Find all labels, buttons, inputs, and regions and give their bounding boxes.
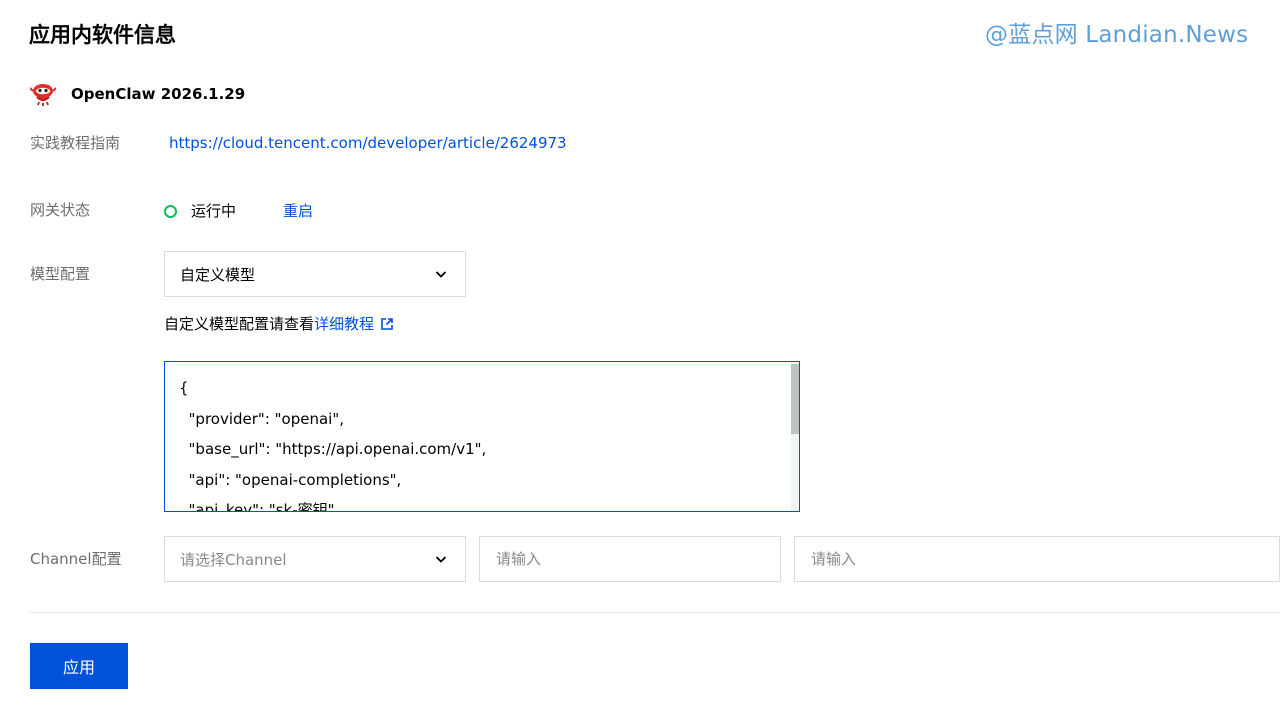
scrollbar-track[interactable]: [791, 362, 799, 511]
channel-select-placeholder: 请选择Channel: [180, 550, 287, 569]
model-config-code: { "provider": "openai", "base_url": "htt…: [179, 379, 487, 512]
model-select[interactable]: 自定义模型: [164, 251, 466, 297]
hint-text: 自定义模型配置请查看: [164, 315, 315, 333]
app-identity: OpenClaw 2026.1.29: [30, 82, 245, 106]
divider: [30, 612, 1280, 613]
scrollbar-thumb[interactable]: [791, 364, 799, 434]
restart-link[interactable]: 重启: [283, 200, 313, 222]
model-config-hint: 自定义模型配置请查看 详细教程: [164, 313, 394, 335]
external-link-icon[interactable]: [380, 317, 394, 331]
red-claw-mascot-icon: [30, 84, 56, 106]
apply-button[interactable]: 应用: [30, 643, 128, 689]
channel-input-1[interactable]: [479, 536, 781, 582]
channel-select[interactable]: 请选择Channel: [164, 536, 466, 582]
channel-input-2[interactable]: [794, 536, 1280, 582]
gateway-status-label: 网关状态: [30, 201, 91, 219]
gateway-status-value: 运行中: [191, 202, 237, 220]
chevron-down-icon: [435, 556, 447, 563]
status-running-icon: [164, 205, 177, 218]
page-title: 应用内软件信息: [29, 23, 176, 47]
model-config-label: 模型配置: [30, 265, 91, 283]
watermark: @蓝点网 Landian.News: [985, 22, 1249, 48]
chevron-down-icon: [435, 271, 447, 278]
model-select-value: 自定义模型: [180, 265, 256, 284]
app-name: OpenClaw 2026.1.29: [71, 85, 246, 103]
channel-config-label: Channel配置: [30, 550, 122, 568]
detailed-tutorial-link[interactable]: 详细教程: [314, 313, 374, 335]
model-config-textarea[interactable]: { "provider": "openai", "base_url": "htt…: [164, 361, 800, 512]
app-info-page: 应用内软件信息 @蓝点网 Landian.News OpenClaw 2026.…: [0, 0, 1280, 720]
tutorial-label: 实践教程指南: [30, 134, 121, 152]
tutorial-link[interactable]: https://cloud.tencent.com/developer/arti…: [169, 132, 567, 154]
